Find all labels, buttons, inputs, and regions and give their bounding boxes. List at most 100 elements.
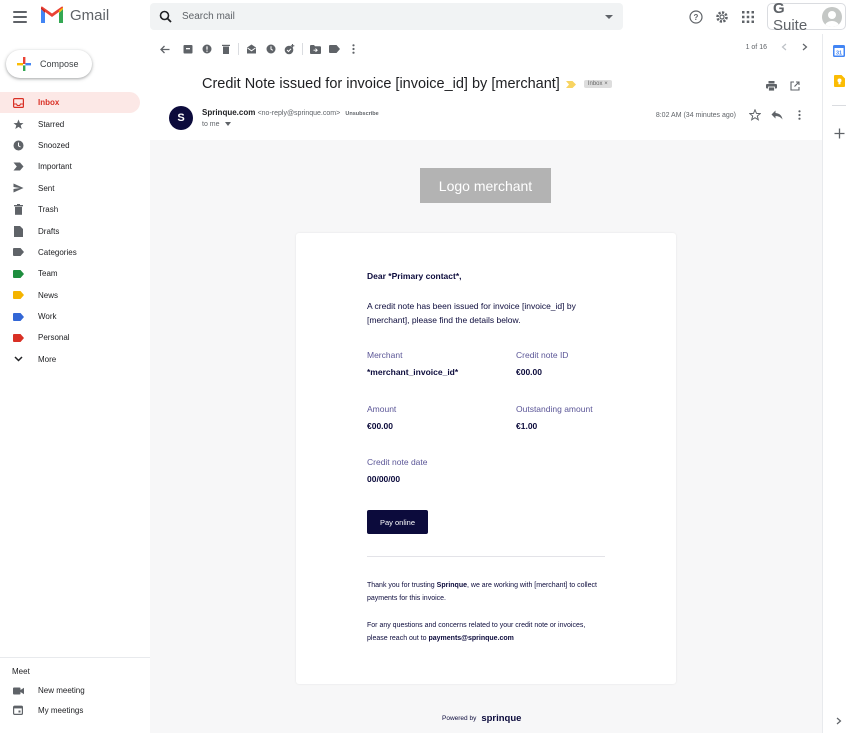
sidebar-item-team[interactable]: Team (0, 263, 140, 284)
back-arrow-icon[interactable] (158, 43, 171, 56)
recipients-toggle[interactable]: to me (202, 121, 379, 128)
field-merchant: Merchant *merchant_invoice_id* (367, 350, 497, 377)
compose-button[interactable]: Compose (6, 50, 92, 78)
sidebar-item-news[interactable]: News (0, 285, 140, 306)
prev-chevron-icon[interactable] (781, 43, 787, 51)
more-vertical-icon[interactable] (788, 107, 810, 123)
video-icon (12, 685, 24, 697)
sidebar-item-personal[interactable]: Personal (0, 327, 140, 348)
sidebar-item-sent[interactable]: Sent (0, 178, 140, 199)
label-icon (12, 289, 24, 301)
gsuite-label: G Suite (773, 0, 808, 34)
sidebar-item-label: Trash (38, 205, 59, 215)
sidebar-item-more[interactable]: More (0, 349, 140, 370)
label-icon (12, 268, 24, 280)
help-icon[interactable]: ? (683, 4, 709, 30)
sidebar-item-label: Important (38, 162, 72, 172)
field-label: Outstanding amount (516, 404, 593, 414)
open-new-window-icon[interactable] (784, 78, 806, 94)
brand-name: Sprinque (436, 582, 467, 589)
sender-name[interactable]: Sprinque.com (202, 108, 255, 117)
sender-block: S Sprinque.com <no-reply@sprinque.com> U… (169, 106, 379, 130)
toolbar-divider (302, 43, 303, 55)
print-icon[interactable] (760, 78, 782, 94)
important-marker-icon[interactable] (565, 80, 576, 88)
gmail-logo[interactable]: Gmail (40, 6, 109, 24)
send-icon (12, 182, 24, 194)
mark-unread-icon[interactable] (245, 43, 258, 56)
subject-actions (760, 78, 806, 94)
sidebar-item-drafts[interactable]: Drafts (0, 220, 140, 241)
report-spam-icon[interactable] (200, 43, 213, 56)
unsubscribe-link[interactable]: Unsubscribe (345, 111, 378, 117)
compose-label: Compose (40, 59, 79, 69)
inbox-icon (12, 97, 24, 109)
next-chevron-icon[interactable] (802, 43, 808, 51)
account-avatar-icon[interactable] (822, 6, 842, 27)
sender-avatar[interactable]: S (169, 106, 193, 130)
sidebar-item-inbox[interactable]: Inbox (0, 92, 140, 114)
sender-email: <no-reply@sprinque.com> (257, 110, 341, 117)
caret-down-icon (225, 122, 232, 126)
received-time: 8:02 AM (34 minutes ago) (655, 111, 736, 119)
search-input[interactable]: Search mail (182, 11, 235, 22)
support-email-link[interactable]: payments@sprinque.com (429, 635, 514, 642)
expand-panel-chevron-icon[interactable] (833, 715, 845, 727)
meet-section: Meet New meeting My meetings (0, 657, 150, 720)
sprinque-logo[interactable]: sprinque (481, 713, 521, 724)
message-meta: 8:02 AM (34 minutes ago) (656, 107, 810, 123)
star-icon (12, 118, 24, 130)
inbox-label-chip[interactable]: Inbox × (583, 80, 612, 88)
snooze-clock-icon[interactable] (264, 43, 277, 56)
panel-divider (832, 105, 846, 106)
sidebar-item-label: Categories (38, 247, 77, 257)
search-bar[interactable]: Search mail (150, 3, 623, 30)
clock-icon (12, 139, 24, 151)
reply-icon[interactable] (766, 107, 788, 123)
settings-gear-icon[interactable] (709, 4, 735, 30)
top-bar: Gmail Search mail ? G Suite (0, 0, 854, 34)
search-icon[interactable] (158, 9, 174, 25)
sidebar-item-trash[interactable]: Trash (0, 199, 140, 220)
field-credit-note-date: Credit note date 00/00/00 (367, 457, 497, 484)
chevron-down-icon (12, 353, 24, 365)
sidebar-item-snoozed[interactable]: Snoozed (0, 135, 140, 156)
intro-text: A credit note has been issued for invoic… (367, 301, 576, 325)
field-value: *merchant_invoice_id* (367, 367, 459, 377)
trash-icon (12, 204, 24, 216)
sidebar-item-label: Inbox (38, 98, 60, 108)
svg-text:31: 31 (836, 51, 842, 57)
field-credit-note-id: Credit note ID €00.00 (516, 350, 646, 377)
main-menu-icon[interactable] (11, 8, 29, 26)
new-meeting-button[interactable]: New meeting (0, 681, 150, 701)
move-to-icon[interactable] (309, 43, 322, 56)
sidebar-item-work[interactable]: Work (0, 306, 140, 327)
calendar-app-icon[interactable]: 31 (833, 45, 845, 57)
delete-icon[interactable] (219, 43, 232, 56)
pay-online-button[interactable]: Pay online (367, 510, 428, 534)
field-label: Credit note ID (516, 350, 569, 360)
draft-icon (12, 225, 24, 237)
email-card: Dear *Primary contact*, A credit note ha… (296, 233, 676, 684)
archive-icon[interactable] (181, 43, 194, 56)
account-switcher[interactable]: G Suite (767, 0, 846, 34)
add-addon-plus-icon[interactable] (833, 127, 845, 139)
apps-grid-icon[interactable] (735, 4, 761, 30)
my-meetings-button[interactable]: My meetings (0, 701, 150, 721)
add-task-icon[interactable] (283, 43, 296, 56)
sidebar-item-label: Sent (38, 183, 55, 193)
keep-app-icon[interactable] (833, 75, 845, 87)
field-value: 00/00/00 (367, 474, 401, 484)
star-outline-icon[interactable] (744, 107, 766, 123)
labels-icon[interactable] (328, 43, 341, 56)
label-icon (12, 246, 24, 258)
pager-text: 1 of 16 (745, 43, 767, 51)
field-value: €00.00 (367, 421, 393, 431)
more-vertical-icon[interactable] (347, 43, 360, 56)
sidebar-item-important[interactable]: Important (0, 156, 140, 177)
sidebar-item-starred[interactable]: Starred (0, 113, 140, 134)
toolbar-divider (238, 43, 239, 55)
field-outstanding-amount: Outstanding amount €1.00 (516, 404, 646, 431)
sidebar-item-categories[interactable]: Categories (0, 242, 140, 263)
search-options-icon[interactable] (604, 12, 614, 22)
